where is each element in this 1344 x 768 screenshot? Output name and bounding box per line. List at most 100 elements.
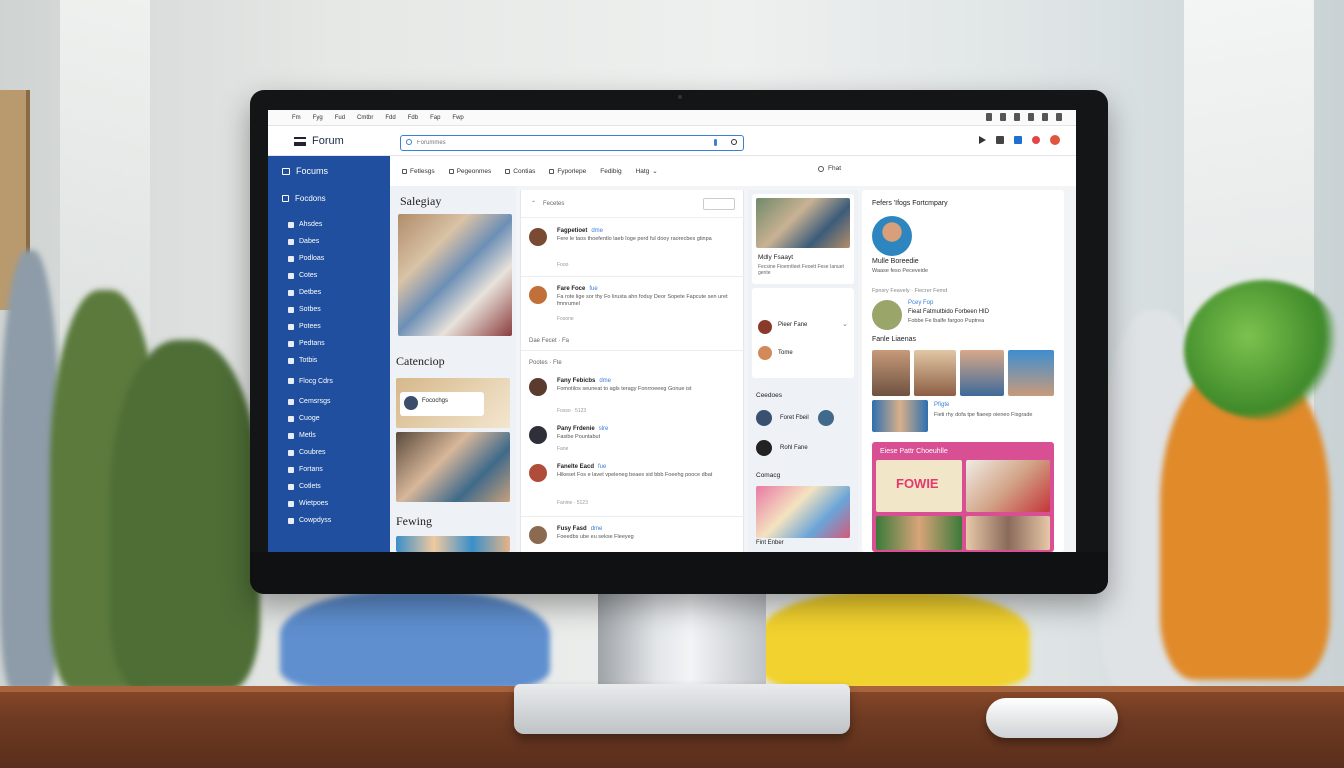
sidebar-title[interactable]: Focums	[282, 166, 328, 176]
battery-icon[interactable]	[986, 113, 992, 121]
nav-item[interactable]: Fetlesgs	[402, 168, 435, 175]
wifi-icon[interactable]	[1000, 113, 1006, 121]
clock-icon[interactable]	[1028, 113, 1034, 121]
header-actions	[979, 135, 1060, 145]
sidebar-item[interactable]: Potees	[288, 318, 333, 335]
chevron-down-icon: ⌄	[652, 168, 658, 175]
hamburger-icon[interactable]	[294, 137, 306, 146]
category-column: Salegiay Catenciop Focochgs Fewing	[390, 186, 516, 552]
nav-item[interactable]: Hatg ⌄	[636, 167, 658, 176]
nav-item[interactable]: Fyporlepe	[549, 168, 586, 175]
gallery-photo[interactable]	[914, 350, 956, 396]
chevron-up-icon[interactable]: ⌃	[531, 200, 536, 207]
list-icon	[288, 340, 294, 347]
mail-icon[interactable]	[1014, 136, 1022, 144]
menu-item[interactable]: Fud	[335, 115, 345, 121]
sidebar-section[interactable]: Focdons	[282, 194, 326, 203]
sidebar-item[interactable]: Podloas	[288, 250, 333, 267]
nav-item[interactable]: Fedibig	[600, 168, 621, 175]
avatar	[529, 526, 547, 544]
category-photo[interactable]	[396, 432, 510, 502]
filter-bar: Fetlesgs Pegeonmes Contias Fyporlepe Fed…	[390, 156, 1076, 186]
messages-icon[interactable]	[996, 136, 1004, 144]
post-item[interactable]: Fusy Fasd dme Foeedbs ube eu sekse Fleeye…	[529, 526, 737, 550]
sidebar-item[interactable]: Fortans	[288, 461, 333, 478]
avatar[interactable]	[1050, 135, 1060, 145]
avatar[interactable]	[756, 410, 772, 426]
post-item[interactable]: Pany Frdenie slre Fasibe Pountabut Fane	[529, 426, 737, 456]
microphone-icon[interactable]	[714, 139, 717, 146]
profile-avatar[interactable]	[872, 216, 912, 256]
sidebar-item[interactable]: Ahsdes	[288, 216, 333, 233]
user-icon[interactable]	[1056, 113, 1062, 121]
chevron-down-icon[interactable]: ⌄	[842, 320, 848, 328]
menu-item[interactable]: Fwp	[452, 115, 463, 121]
sidebar-item[interactable]: Pedtans	[288, 335, 333, 352]
avatar[interactable]	[756, 440, 772, 456]
avatar[interactable]	[758, 320, 772, 334]
gallery-photo[interactable]	[872, 350, 910, 396]
brand-title[interactable]: Forum	[312, 135, 344, 147]
play-icon[interactable]	[979, 136, 986, 144]
menu-item[interactable]: Fm	[292, 115, 301, 121]
menu-item[interactable]: Fap	[430, 115, 440, 121]
gallery-photo[interactable]	[960, 350, 1004, 396]
featured-card[interactable]: Mdly Fsaayt Fecsine Fioerntleet Feoett F…	[752, 194, 854, 284]
category-photo[interactable]	[398, 214, 512, 336]
sidebar-item[interactable]: Sotbes	[288, 301, 333, 318]
volume-icon[interactable]	[1014, 113, 1020, 121]
person-name[interactable]: Foret Fbeil	[780, 415, 809, 421]
sidebar-item[interactable]: Detbes	[288, 284, 333, 301]
category-card[interactable]: Focochgs	[396, 378, 510, 428]
webcam	[678, 95, 682, 99]
community-photo[interactable]	[756, 486, 850, 538]
avatar[interactable]	[872, 300, 902, 330]
person-name[interactable]: Tome	[778, 350, 793, 356]
sidebar-item[interactable]: Cowpdyss	[288, 512, 333, 529]
sidebar-item[interactable]: Dabes	[288, 233, 333, 250]
folder-icon	[282, 195, 289, 202]
sidebar-item[interactable]: Wietpoes	[288, 495, 333, 512]
mouse[interactable]	[986, 698, 1118, 738]
notification-icon[interactable]	[1032, 136, 1040, 144]
mini-name[interactable]: Pfigte	[934, 402, 949, 408]
nav-item[interactable]: Contias	[505, 168, 535, 175]
featured-group-card[interactable]: Eiese Pattr Choeuhlle FOWIE	[872, 442, 1054, 552]
post-item[interactable]: Fanelte Eacd fue Hikeset Fos e lavet vpel…	[529, 464, 737, 508]
list-icon	[288, 289, 294, 296]
profile-name[interactable]: Mulle Boreedie	[872, 258, 919, 265]
post-item[interactable]: Fagpetioet dme Fere le taos thoefentlo la…	[529, 228, 737, 272]
menu-item[interactable]: Fdd	[385, 115, 395, 121]
sidebar-item[interactable]: Totbis	[288, 352, 333, 369]
sidebar-item[interactable]: Cotlets	[288, 478, 333, 495]
sidebar-item[interactable]: Cotes	[288, 267, 333, 284]
avatar[interactable]	[818, 410, 834, 426]
gallery-photo[interactable]	[1008, 350, 1054, 396]
search-bar[interactable]	[400, 135, 744, 151]
menu-item[interactable]: Fyg	[313, 115, 323, 121]
sidebar-item[interactable]: Metls	[288, 427, 333, 444]
menu-item[interactable]: Fdb	[408, 115, 418, 121]
gallery-photo[interactable]	[872, 400, 928, 432]
section-title: Comacg	[756, 472, 781, 479]
nav-item[interactable]: Pegeonmes	[448, 168, 491, 175]
sidebar-item[interactable]: Coubres	[288, 444, 333, 461]
post-item[interactable]: Fare Foce fue Fa rote lige sor thy Fo lir…	[529, 286, 737, 330]
post-item[interactable]: Fany Febicbs dme Fomotilos seuneat to agl…	[529, 378, 737, 418]
nav-search[interactable]: Fhat	[818, 165, 841, 172]
category-photo[interactable]	[396, 536, 510, 552]
sidebar-item[interactable]: Cuoge	[288, 410, 333, 427]
view-toggle[interactable]	[703, 198, 735, 210]
avatar[interactable]	[758, 346, 772, 360]
poster-image: FOWIE	[876, 460, 962, 512]
sidebar-item[interactable]: Flocg Cdrs	[288, 369, 333, 393]
search-input[interactable]	[417, 138, 717, 148]
footer-label[interactable]: Fint Enber	[756, 540, 784, 546]
sidebar-item[interactable]: Cemsrsgs	[288, 393, 333, 410]
search-submit-icon[interactable]	[731, 139, 737, 145]
menu-item[interactable]: Cmtbr	[357, 115, 373, 121]
settings-icon[interactable]	[1042, 113, 1048, 121]
person-name[interactable]: Pieer Fane	[778, 322, 807, 328]
person-name[interactable]: Rohl Fane	[780, 445, 808, 451]
user-name[interactable]: Pcey Fop	[908, 300, 933, 306]
